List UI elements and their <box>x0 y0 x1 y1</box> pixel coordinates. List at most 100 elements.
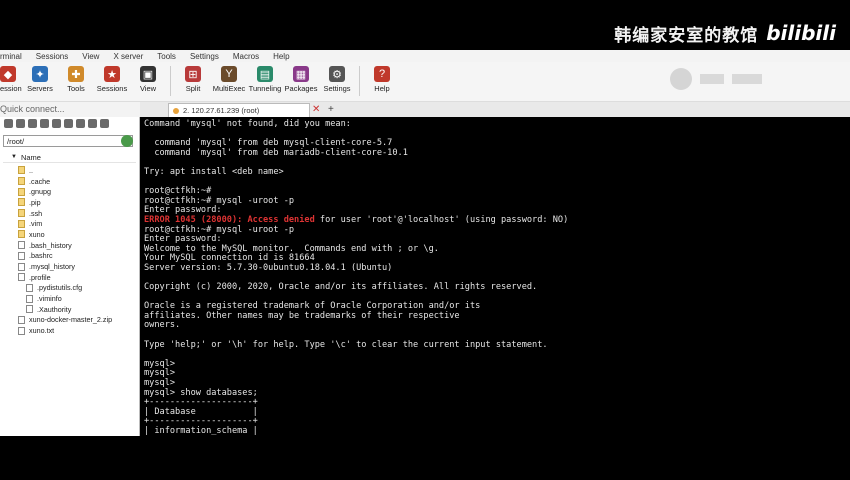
file-icon <box>18 326 25 335</box>
toolbar-button-label: View <box>139 84 157 93</box>
file-icon <box>18 251 25 260</box>
refresh-icon[interactable] <box>40 119 49 128</box>
toolbar-button[interactable]: ? Help <box>364 66 400 93</box>
file-list-item[interactable]: .Xauthority <box>0 304 140 315</box>
name-column-header[interactable]: ▼ Name <box>3 152 136 163</box>
tools-icon: ✚ <box>68 66 84 82</box>
toolbar-button[interactable]: ✦ Servers <box>22 66 58 93</box>
file-list-item[interactable]: .viminfo <box>0 293 140 304</box>
file-name: xuno <box>29 229 45 239</box>
folder-icon <box>18 230 25 239</box>
terminal-line: Type 'help;' or '\h' for help. Type '\c'… <box>144 339 548 350</box>
toolbar-button-label: Help <box>374 84 390 93</box>
file-name: .ssh <box>29 208 43 218</box>
file-list-item[interactable]: xuno-docker-master_2.zip <box>0 315 140 326</box>
terminal-line: | information_schema | <box>144 426 258 436</box>
delete-icon[interactable] <box>76 119 85 128</box>
settings-icon[interactable] <box>88 119 97 128</box>
add-tab-icon[interactable]: + <box>328 104 334 115</box>
file-name: .bash_history <box>29 240 72 250</box>
menu-item[interactable]: Macros <box>233 52 259 61</box>
toolbar-button-label: Tunneling <box>248 84 282 93</box>
upload-icon[interactable] <box>28 119 37 128</box>
top-letterbox: 韩编家安室的教馆 bilibili <box>0 0 850 50</box>
file-list-item[interactable]: .cache <box>0 176 140 187</box>
file-icon <box>26 294 33 303</box>
session-status-icon <box>173 107 179 114</box>
file-list-item[interactable]: .profile <box>0 272 140 283</box>
menu-item[interactable]: Tools <box>157 52 176 61</box>
toolbar-separator <box>170 66 171 96</box>
file-list-item[interactable]: .mysql_history <box>0 261 140 272</box>
session-tab[interactable]: 2. 120.27.61.239 (root) <box>168 103 310 117</box>
file-name: .gnupg <box>29 187 51 197</box>
split-icon: ⊞ <box>185 66 201 82</box>
quick-connect-input[interactable]: Quick connect... <box>0 102 140 116</box>
menu-item[interactable]: Sessions <box>36 52 68 61</box>
up-folder-icon[interactable] <box>4 119 13 128</box>
tunneling-icon: ▤ <box>257 66 273 82</box>
download-icon[interactable] <box>16 119 25 128</box>
terminal-line: affiliates. Other names may be trademark… <box>144 310 460 321</box>
file-list-item[interactable]: .gnupg <box>0 186 140 197</box>
file-name: .vim <box>29 219 43 229</box>
file-list-item[interactable]: xuno <box>0 229 140 240</box>
toolbar-button-label: Sessions <box>96 84 128 93</box>
file-list-item[interactable]: .ssh <box>0 208 140 219</box>
file-name: xuno.txt <box>29 326 55 336</box>
menu-item[interactable]: Settings <box>190 52 219 61</box>
toolbar-button[interactable]: ✚ Tools <box>58 66 94 93</box>
file-list-item[interactable]: .bashrc <box>0 251 140 262</box>
file-list-item[interactable]: .pydistutils.cfg <box>0 283 140 294</box>
toolbar-button[interactable]: ▤ Tunneling <box>247 66 283 93</box>
terminal-line: owners. <box>144 320 181 331</box>
sessions-star-icon: ★ <box>104 66 120 82</box>
file-list-item[interactable]: .bash_history <box>0 240 140 251</box>
toolbar-button[interactable]: ⚙ Settings <box>319 66 355 93</box>
toolbar-button-label: Tools <box>67 84 85 93</box>
file-list-item[interactable]: .pip <box>0 197 140 208</box>
servers-icon: ✦ <box>32 66 48 82</box>
menu-item[interactable]: Help <box>273 52 289 61</box>
menu-item[interactable]: View <box>82 52 99 61</box>
session-tab-label: 2. 120.27.61.239 (root) <box>183 106 260 115</box>
watermark-text: 韩编家安室的教馆 <box>614 25 759 46</box>
follow-folder-icon[interactable] <box>121 135 133 147</box>
folder-icon <box>18 166 25 175</box>
file-name: xuno-docker-master_2.zip <box>29 315 113 325</box>
close-tab-icon[interactable]: ✕ <box>312 104 320 115</box>
new-folder-icon[interactable] <box>52 119 61 128</box>
file-list-item[interactable]: .. <box>0 165 140 176</box>
toolbar-button[interactable]: ▣ View <box>130 66 166 93</box>
file-name: .mysql_history <box>29 262 75 272</box>
sftp-toolbar <box>4 119 109 131</box>
toolbar-button[interactable]: ★ Sessions <box>94 66 130 93</box>
terminal-line: mysql> <box>144 368 176 379</box>
file-list: .. .cache .gnupg .pip .ssh .vim xuno .bash_hist… <box>0 165 140 336</box>
new-file-icon[interactable] <box>64 119 73 128</box>
mobaxterm-window: rminal Sessions View X server Tools Settings M… <box>0 50 850 436</box>
toolbar-button-label: MultiExec <box>212 84 246 93</box>
toolbar-button[interactable]: ⊞ Split <box>175 66 211 93</box>
toolbar-button[interactable]: ◆ ession <box>0 66 22 93</box>
file-name: .cache <box>29 176 51 186</box>
find-icon[interactable] <box>100 119 109 128</box>
toolbar-button[interactable]: ▦ Packages <box>283 66 319 93</box>
terminal-pane[interactable]: Command 'mysql' not found, did you mean:… <box>140 117 850 436</box>
file-name: .profile <box>29 272 51 282</box>
file-list-item[interactable]: xuno.txt <box>0 325 140 336</box>
terminal-line: Copyright (c) 2000, 2020, Oracle and/or … <box>144 282 538 293</box>
name-column-label: Name <box>20 152 41 162</box>
menu-item[interactable]: X server <box>113 52 143 61</box>
path-input[interactable]: /root/ <box>3 135 133 147</box>
toolbar-button-label: Servers <box>27 84 53 93</box>
file-list-item[interactable]: .vim <box>0 218 140 229</box>
menu-item[interactable]: rminal <box>0 52 22 61</box>
folder-icon <box>18 198 25 207</box>
toolbar-button[interactable]: Y MultiExec <box>211 66 247 93</box>
file-name: .pydistutils.cfg <box>37 283 83 293</box>
folder-icon <box>18 209 25 218</box>
help-icon: ? <box>374 66 390 82</box>
file-name: .. <box>29 165 33 175</box>
